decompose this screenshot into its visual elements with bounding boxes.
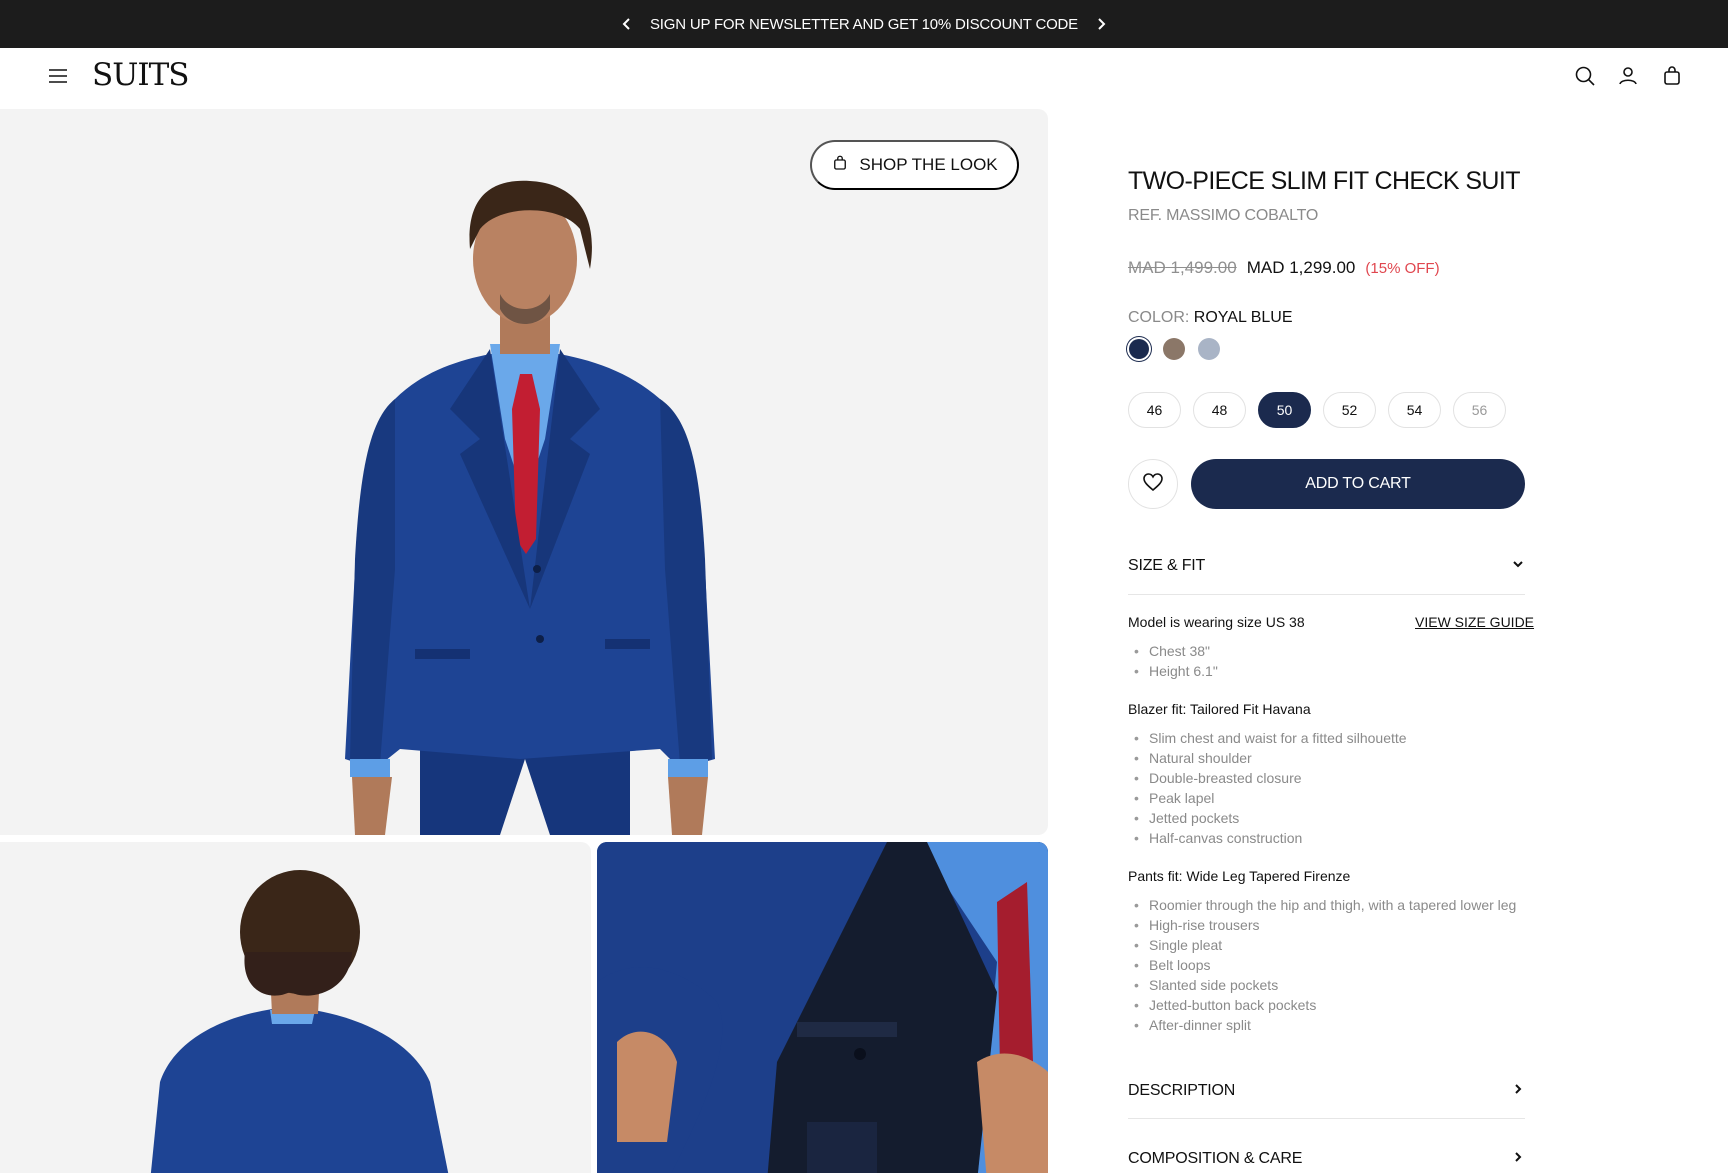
list-item: Chest 38" [1134,641,1218,661]
shop-the-look-button[interactable]: SHOP THE LOOK [810,140,1019,190]
color-label: COLOR: [1128,309,1190,326]
suit-lining-illustration [597,842,1048,1173]
divider [1128,594,1525,595]
search-icon[interactable] [1573,64,1597,88]
list-item: Roomier through the hip and thigh, with … [1134,895,1516,915]
chevron-left-icon[interactable] [618,15,636,33]
price-sale: MAD 1,299.00 [1246,258,1356,277]
account-icon[interactable] [1616,64,1640,88]
list-item: Natural shoulder [1134,748,1407,768]
price-original: MAD 1,499.00 [1128,258,1237,278]
announcement-bar: SIGN UP FOR NEWSLETTER AND GET 10% DISCO… [0,0,1728,48]
size-option-selected[interactable]: 50 [1258,392,1311,428]
swatch-royal-blue[interactable] [1129,339,1149,359]
list-item: Double-breasted closure [1134,768,1407,788]
size-option[interactable]: 48 [1193,392,1246,428]
list-item: Peak lapel [1134,788,1407,808]
blazer-fit-list: Slim chest and waist for a fitted silhou… [1134,728,1407,848]
heart-icon [1141,470,1165,499]
list-item: After-dinner split [1134,1015,1516,1035]
product-image-back[interactable] [0,842,591,1173]
accordion-composition-label: COMPOSITION & CARE [1128,1150,1303,1167]
view-size-guide-link[interactable]: VIEW SIZE GUIDE [1415,614,1534,630]
wishlist-button[interactable] [1128,459,1178,509]
discount-badge: (15% OFF) [1365,260,1440,277]
swatch-brown[interactable] [1163,338,1185,360]
bag-icon [831,154,849,177]
add-to-cart-button[interactable]: ADD TO CART [1191,459,1525,509]
size-option[interactable]: 54 [1388,392,1441,428]
chevron-right-icon [1511,1150,1525,1169]
swatch-light-blue[interactable] [1198,338,1220,360]
site-logo[interactable]: SUITS [92,57,190,93]
accordion-composition-care[interactable]: COMPOSITION & CARE [1128,1143,1525,1173]
color-swatches [1128,338,1220,360]
size-option[interactable]: 46 [1128,392,1181,428]
announcement-text[interactable]: SIGN UP FOR NEWSLETTER AND GET 10% DISCO… [650,16,1078,33]
accordion-size-fit-label: SIZE & FIT [1128,557,1206,574]
menu-icon[interactable] [46,64,70,88]
accordion-size-fit[interactable]: SIZE & FIT [1128,550,1525,582]
accordion-description-label: DESCRIPTION [1128,1082,1236,1099]
chevron-right-icon [1511,1082,1525,1101]
color-selector-label: COLOR: ROYAL BLUE [1128,309,1293,327]
list-item: Jetted pockets [1134,808,1407,828]
shop-the-look-label: SHOP THE LOOK [859,155,998,174]
chevron-right-icon[interactable] [1092,15,1110,33]
chevron-down-icon [1511,557,1525,576]
suit-front-illustration [345,180,715,835]
product-image-main[interactable]: SHOP THE LOOK [0,109,1048,835]
site-header: SUITS [0,48,1728,108]
accordion-description[interactable]: DESCRIPTION [1128,1075,1525,1107]
suit-back-illustration [150,870,449,1173]
blazer-fit-heading: Blazer fit: Tailored Fit Havana [1128,701,1311,717]
list-item: Height 6.1" [1134,661,1218,681]
price-original-value: 1,499.00 [1170,258,1237,277]
list-item: Belt loops [1134,955,1516,975]
pants-fit-heading: Pants fit: Wide Leg Tapered Firenze [1128,868,1351,884]
list-item: Jetted-button back pockets [1134,995,1516,1015]
list-item: Half-canvas construction [1134,828,1407,848]
product-title: TWO-PIECE SLIM FIT CHECK SUIT [1128,167,1520,195]
bag-icon[interactable] [1660,64,1684,88]
divider [1128,1118,1525,1119]
pants-fit-list: Roomier through the hip and thigh, with … [1134,895,1516,1035]
list-item: Slim chest and waist for a fitted silhou… [1134,728,1407,748]
model-measurements-list: Chest 38" Height 6.1" [1134,641,1218,681]
list-item: High-rise trousers [1134,915,1516,935]
size-option-unavailable[interactable]: 56 [1453,392,1506,428]
list-item: Single pleat [1134,935,1516,955]
size-selector: 46 48 50 52 54 56 [1128,392,1506,428]
list-item: Slanted side pockets [1134,975,1516,995]
product-image-detail[interactable] [597,842,1048,1173]
size-option[interactable]: 52 [1323,392,1376,428]
price-original-currency: MAD [1128,258,1166,277]
price-row: MAD 1,499.00 MAD 1,299.00 (15% OFF) [1128,258,1440,278]
color-value: ROYAL BLUE [1193,309,1293,326]
product-ref: REF. MASSIMO COBALTO [1128,207,1319,224]
model-size-text: Model is wearing size US 38 [1128,614,1305,630]
